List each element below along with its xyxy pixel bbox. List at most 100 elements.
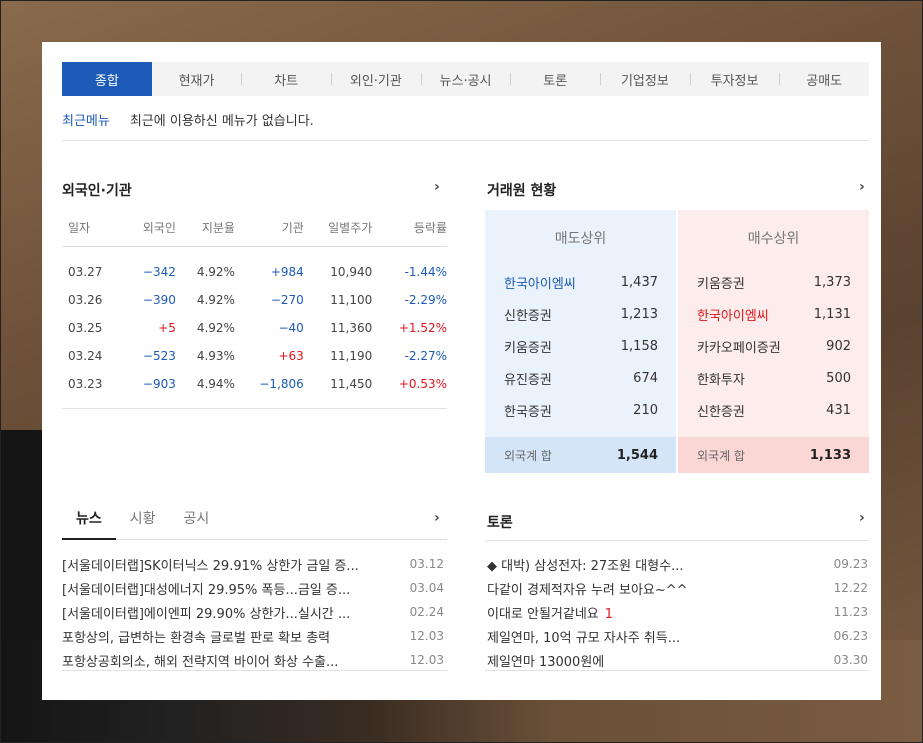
cell-foreign: +5: [158, 321, 176, 335]
broker-more-chevron-icon[interactable]: ›: [859, 179, 865, 195]
board-title-wrap[interactable]: 이대로 안될거같네요 1: [487, 603, 613, 622]
buy-broker-row[interactable]: 신한증권 431: [678, 394, 869, 426]
table-row: 03.24 −523 4.93% +63 11,190 -2.27%: [62, 342, 447, 370]
buy-foreign-total-label: 외국계 합: [697, 448, 745, 463]
news-title[interactable]: [서울데이터랩]에이엔피 29.90% 상한가...실시간 ...: [62, 603, 350, 622]
cell-institution: +984: [270, 265, 304, 280]
cell-institution: −1,806: [259, 376, 304, 391]
col-change-rate: 등락률: [372, 210, 447, 247]
sell-foreign-total-value: 1,544: [616, 447, 658, 463]
buy-broker-row[interactable]: 키움증권 1,373: [678, 266, 869, 298]
sell-broker-row[interactable]: 신한증권 1,213: [485, 298, 676, 330]
buy-top-column: 매수상위 키움증권 1,373 한국아이엠씨 1,131 카카오페이증권 902 한화투자 5…: [678, 210, 869, 473]
news-title[interactable]: [서울데이터랩]SK이터닉스 29.91% 상한가 금일 증...: [62, 555, 359, 574]
sell-broker-row[interactable]: 유진증권 674: [485, 362, 676, 394]
sell-top-column: 매도상위 한국아이엠씨 1,437 신한증권 1,213 키움증권 1,158 유진증권 67…: [485, 210, 676, 473]
comment-count: 1: [604, 606, 614, 622]
broker-volume: 1,437: [620, 274, 658, 290]
sell-broker-row[interactable]: 한국아이엠씨 1,437: [485, 266, 676, 298]
broker-name[interactable]: 신한증권: [697, 401, 745, 420]
news-more-chevron-icon[interactable]: ›: [434, 510, 440, 526]
board-item[interactable]: 제일연마, 10억 규모 자사주 취득... 06.23: [487, 624, 868, 648]
board-bottom-divider: [485, 670, 869, 671]
broker-name[interactable]: 한국아이엠씨: [697, 305, 769, 324]
tab-news[interactable]: 뉴스: [62, 508, 116, 540]
board-item[interactable]: ◆ 대박) 삼성전자: 27조원 대형수... 09.23: [487, 552, 868, 576]
broker-name[interactable]: 유진증권: [504, 369, 552, 388]
col-daily-price: 일별주가: [303, 210, 373, 247]
cell-daily-price: 11,100: [330, 293, 373, 307]
news-item[interactable]: [서울데이터랩]대성에너지 29.95% 폭등...금일 증... 03.04: [62, 576, 444, 600]
news-date: 02.24: [409, 605, 444, 619]
cell-foreign: −903: [142, 376, 176, 391]
cell-share-ratio: 4.94%: [196, 376, 235, 391]
news-bottom-divider: [62, 670, 447, 671]
buy-broker-row[interactable]: 카카오페이증권 902: [678, 330, 869, 362]
cell-share-ratio: 4.92%: [196, 293, 235, 307]
news-tabs: 뉴스 시황 공시: [62, 508, 447, 540]
tab-discussion[interactable]: 토론: [510, 62, 600, 96]
news-title[interactable]: 포항상의, 급변하는 환경속 글로벌 판로 확보 총력: [62, 627, 330, 646]
news-item[interactable]: [서울데이터랩]에이엔피 29.90% 상한가...실시간 ... 02.24: [62, 600, 444, 624]
col-foreign: 외국인: [124, 210, 176, 247]
sell-broker-row[interactable]: 한국증권 210: [485, 394, 676, 426]
foreign-section-title[interactable]: 외국인·기관: [62, 180, 132, 200]
tab-summary[interactable]: 종합: [62, 62, 152, 96]
foreign-more-chevron-icon[interactable]: ›: [434, 179, 440, 195]
broker-name[interactable]: 한국아이엠씨: [504, 273, 576, 292]
news-title[interactable]: [서울데이터랩]대성에너지 29.95% 폭등...금일 증...: [62, 579, 350, 598]
recent-menu-label: 최근메뉴: [62, 114, 110, 129]
buy-foreign-total: 외국계 합 1,133: [678, 437, 869, 473]
tab-market[interactable]: 시황: [116, 508, 170, 539]
table-row: 03.25 +5 4.92% −40 11,360 +1.52%: [62, 314, 447, 342]
news-item[interactable]: [서울데이터랩]SK이터닉스 29.91% 상한가 금일 증... 03.12: [62, 552, 444, 576]
news-item[interactable]: 포항상공회의소, 해외 전략지역 바이어 화상 수출... 12.03: [62, 648, 444, 672]
board-title-wrap[interactable]: 제일연마, 10억 규모 자사주 취득...: [487, 627, 680, 646]
cell-date: 03.24: [68, 349, 103, 363]
broker-name[interactable]: 신한증권: [504, 305, 552, 324]
board-item[interactable]: 제일연마 13000원에 03.30: [487, 648, 868, 672]
board-title[interactable]: 다같이 경제적자유 누려 보아요~^^: [487, 583, 688, 598]
cell-share-ratio: 4.93%: [196, 349, 235, 363]
broker-name[interactable]: 키움증권: [504, 337, 552, 356]
cell-daily-price: 11,360: [330, 321, 373, 335]
buy-broker-row[interactable]: 한화투자 500: [678, 362, 869, 394]
broker-section-title[interactable]: 거래원 현황: [487, 180, 556, 200]
table-row: 03.27 −342 4.92% +984 10,940 -1.44%: [62, 246, 447, 286]
tab-company-info[interactable]: 기업정보: [600, 62, 690, 96]
news-title[interactable]: 포항상공회의소, 해외 전략지역 바이어 화상 수출...: [62, 651, 338, 670]
board-section-title[interactable]: 토론: [487, 512, 513, 532]
board-title[interactable]: 이대로 안될거같네요: [487, 607, 599, 622]
col-institution: 기관: [234, 210, 304, 247]
broker-volume: 1,213: [620, 306, 658, 322]
news-date: 12.03: [409, 653, 444, 667]
news-item[interactable]: 포항상의, 급변하는 환경속 글로벌 판로 확보 총력 12.03: [62, 624, 444, 648]
tab-investment-info[interactable]: 투자정보: [689, 62, 780, 96]
cell-date: 03.23: [68, 376, 103, 391]
tab-short-selling[interactable]: 공매도: [779, 62, 869, 96]
board-title-wrap[interactable]: 제일연마 13000원에: [487, 651, 604, 670]
cell-change-rate: +0.53%: [398, 376, 447, 391]
board-item[interactable]: 다같이 경제적자유 누려 보아요~^^ 12.22: [487, 576, 868, 600]
board-title-wrap[interactable]: ◆ 대박) 삼성전자: 27조원 대형수...: [487, 555, 683, 574]
broker-name[interactable]: 카카오페이증권: [697, 337, 781, 356]
broker-name[interactable]: 한국증권: [504, 401, 552, 420]
buy-broker-row[interactable]: 한국아이엠씨 1,131: [678, 298, 869, 330]
tab-current-price[interactable]: 현재가: [152, 62, 242, 96]
broker-name[interactable]: 키움증권: [697, 273, 745, 292]
news-list: [서울데이터랩]SK이터닉스 29.91% 상한가 금일 증... 03.12 [서…: [62, 552, 444, 672]
stock-summary-panel: 종합 현재가 차트 외인·기관 뉴스·공시 토론 기업정보 투자정보 공매도 최…: [42, 42, 881, 700]
board-title[interactable]: 제일연마, 10억 규모 자사주 취득...: [487, 631, 680, 646]
board-title[interactable]: ◆ 대박) 삼성전자: 27조원 대형수...: [487, 559, 683, 574]
tab-news-disclosure[interactable]: 뉴스·공시: [420, 62, 511, 96]
tab-chart[interactable]: 차트: [241, 62, 331, 96]
tab-disclosure[interactable]: 공시: [170, 508, 224, 539]
board-item[interactable]: 이대로 안될거같네요 1 11.23: [487, 600, 868, 624]
board-title-wrap[interactable]: 다같이 경제적자유 누려 보아요~^^: [487, 579, 688, 598]
board-title[interactable]: 제일연마 13000원에: [487, 655, 604, 670]
sell-broker-row[interactable]: 키움증권 1,158: [485, 330, 676, 362]
broker-volume: 902: [826, 338, 851, 354]
broker-name[interactable]: 한화투자: [697, 369, 745, 388]
board-more-chevron-icon[interactable]: ›: [859, 510, 865, 526]
tab-foreign-institution[interactable]: 외인·기관: [331, 62, 421, 96]
